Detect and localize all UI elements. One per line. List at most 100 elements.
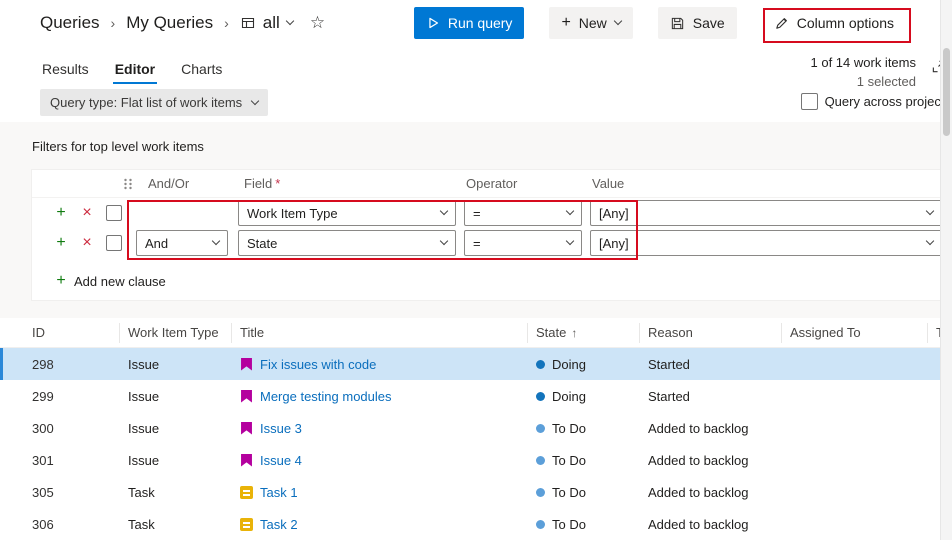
chevron-down-icon bbox=[926, 237, 934, 245]
work-item-link[interactable]: Task 2 bbox=[260, 517, 298, 532]
remove-clause-button[interactable]: × bbox=[74, 234, 100, 252]
cell-state: Doing bbox=[528, 357, 640, 372]
chevron-down-icon bbox=[440, 237, 448, 245]
query-type-dropdown[interactable]: Query type: Flat list of work items bbox=[40, 89, 268, 116]
plus-icon: + bbox=[561, 15, 570, 31]
breadcrumb-queries[interactable]: Queries bbox=[40, 13, 100, 33]
cell-work-item-type: Issue bbox=[120, 389, 232, 404]
breadcrumb: Queries › My Queries › all ☆ bbox=[40, 13, 325, 33]
cell-title: Issue 3 bbox=[232, 421, 528, 436]
clause-checkbox[interactable] bbox=[106, 235, 122, 251]
chevron-down-icon bbox=[251, 96, 259, 104]
table-row[interactable]: 301 Issue Issue 4 To Do Added to backlog bbox=[0, 444, 940, 476]
state-dot-icon bbox=[536, 360, 545, 369]
favorite-star-icon[interactable]: ☆ bbox=[310, 13, 325, 33]
filter-clause-row: + × Work Item Type = [Any] bbox=[32, 198, 950, 228]
cell-state: Doing bbox=[528, 389, 640, 404]
query-name-dropdown[interactable]: all bbox=[240, 13, 293, 33]
task-icon bbox=[240, 518, 253, 531]
column-header-work-item-type[interactable]: Work Item Type bbox=[120, 323, 232, 343]
cell-id: 301 bbox=[32, 453, 120, 468]
cell-title: Fix issues with code bbox=[232, 357, 528, 372]
column-header-field: Field* bbox=[244, 176, 458, 191]
value-dropdown[interactable]: [Any] bbox=[590, 230, 942, 256]
column-options-button[interactable]: Column options bbox=[762, 7, 906, 39]
column-options-icon bbox=[774, 16, 789, 31]
cell-state: To Do bbox=[528, 421, 640, 436]
breadcrumb-my-queries[interactable]: My Queries bbox=[126, 13, 213, 33]
work-item-link[interactable]: Issue 4 bbox=[260, 453, 302, 468]
state-dot-icon bbox=[536, 392, 545, 401]
column-header-title[interactable]: Title bbox=[232, 323, 528, 343]
save-icon bbox=[670, 16, 685, 31]
cell-id: 300 bbox=[32, 421, 120, 436]
field-dropdown[interactable]: Work Item Type bbox=[238, 200, 456, 226]
and-or-dropdown[interactable]: And bbox=[136, 230, 228, 256]
operator-dropdown[interactable]: = bbox=[464, 230, 582, 256]
new-button[interactable]: + New bbox=[549, 7, 632, 39]
column-header-value: Value bbox=[592, 176, 950, 191]
chevron-down-icon bbox=[566, 237, 574, 245]
save-button[interactable]: Save bbox=[658, 7, 737, 39]
clause-checkbox[interactable] bbox=[106, 205, 122, 221]
run-query-button[interactable]: Run query bbox=[414, 7, 525, 39]
top-header: Queries › My Queries › all ☆ Run query + bbox=[0, 0, 952, 46]
table-row[interactable]: 300 Issue Issue 3 To Do Added to backlog bbox=[0, 412, 940, 444]
breadcrumb-separator: › bbox=[111, 15, 116, 31]
state-dot-icon bbox=[536, 488, 545, 497]
column-header-assigned-to[interactable]: Assigned To bbox=[782, 323, 928, 343]
drag-grip-icon bbox=[122, 177, 136, 191]
issue-icon bbox=[240, 390, 253, 403]
work-item-link[interactable]: Merge testing modules bbox=[260, 389, 392, 404]
cell-work-item-type: Issue bbox=[120, 421, 232, 436]
query-type-bar: Query type: Flat list of work items Quer… bbox=[0, 89, 952, 117]
insert-clause-button[interactable]: + bbox=[48, 234, 74, 252]
tab-editor[interactable]: Editor bbox=[113, 56, 157, 84]
operator-dropdown[interactable]: = bbox=[464, 200, 582, 226]
cell-title: Issue 4 bbox=[232, 453, 528, 468]
tab-results[interactable]: Results bbox=[40, 56, 91, 84]
cell-work-item-type: Issue bbox=[120, 357, 232, 372]
column-header-and-or: And/Or bbox=[148, 176, 236, 191]
cell-work-item-type: Task bbox=[120, 517, 232, 532]
cell-id: 298 bbox=[32, 357, 120, 372]
chevron-down-icon bbox=[566, 207, 574, 215]
state-dot-icon bbox=[536, 520, 545, 529]
cell-work-item-type: Issue bbox=[120, 453, 232, 468]
work-item-link[interactable]: Fix issues with code bbox=[260, 357, 376, 372]
table-row[interactable]: 298 Issue Fix issues with code Doing Sta… bbox=[0, 348, 940, 380]
column-header-reason[interactable]: Reason bbox=[640, 323, 782, 343]
work-item-link[interactable]: Issue 3 bbox=[260, 421, 302, 436]
work-item-link[interactable]: Task 1 bbox=[260, 485, 298, 500]
table-row[interactable]: 306 Task Task 2 To Do Added to backlog bbox=[0, 508, 940, 540]
breadcrumb-separator: › bbox=[224, 15, 229, 31]
chevron-down-icon bbox=[614, 17, 622, 25]
query-list-icon bbox=[240, 15, 256, 31]
cell-id: 305 bbox=[32, 485, 120, 500]
vertical-scrollbar[interactable] bbox=[940, 0, 952, 540]
plus-icon: + bbox=[48, 272, 74, 290]
add-new-clause-button[interactable]: + Add new clause bbox=[48, 272, 166, 290]
column-header-state[interactable]: State ↑ bbox=[528, 323, 640, 343]
cell-reason: Started bbox=[640, 389, 782, 404]
table-row[interactable]: 305 Task Task 1 To Do Added to backlog bbox=[0, 476, 940, 508]
results-table-header: ID Work Item Type Title State ↑ Reason A… bbox=[0, 318, 940, 348]
field-dropdown[interactable]: State bbox=[238, 230, 456, 256]
toolbar: Run query + New Save Column options bbox=[414, 7, 906, 39]
filter-clause-row: + × And State = [Any] bbox=[32, 228, 950, 258]
column-header-id[interactable]: ID bbox=[32, 323, 120, 343]
play-icon bbox=[426, 16, 440, 30]
issue-icon bbox=[240, 454, 253, 467]
issue-icon bbox=[240, 422, 253, 435]
table-row[interactable]: 299 Issue Merge testing modules Doing St… bbox=[0, 380, 940, 412]
cell-id: 306 bbox=[32, 517, 120, 532]
tab-charts[interactable]: Charts bbox=[179, 56, 224, 84]
insert-clause-button[interactable]: + bbox=[48, 204, 74, 222]
issue-icon bbox=[240, 358, 253, 371]
value-dropdown[interactable]: [Any] bbox=[590, 200, 942, 226]
remove-clause-button[interactable]: × bbox=[74, 204, 100, 222]
required-asterisk: * bbox=[275, 176, 280, 191]
query-across-projects-checkbox[interactable]: Query across projects bbox=[801, 93, 951, 110]
scrollbar-thumb[interactable] bbox=[943, 48, 950, 136]
query-name: all bbox=[263, 13, 280, 33]
